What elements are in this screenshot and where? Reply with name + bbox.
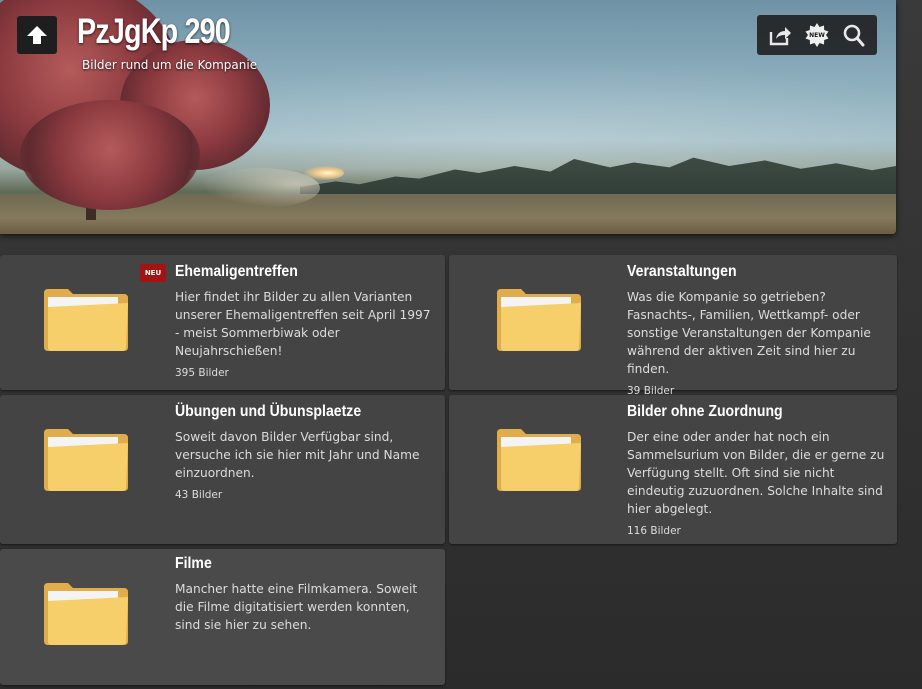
album-description-text: Mancher hatte eine Filmkamera. Soweit di… bbox=[175, 582, 418, 632]
new-items-button[interactable]: NEW bbox=[802, 20, 832, 50]
new-badge-icon: NEW bbox=[804, 22, 830, 48]
album-card-filme[interactable]: Filme Mancher hatte eine Filmkamera. Sow… bbox=[0, 549, 445, 685]
site-subtitle: Bilder rund um die Kompanie bbox=[82, 58, 258, 72]
home-button[interactable] bbox=[17, 16, 57, 54]
folder-icon bbox=[44, 429, 128, 491]
album-card-ehemaligentreffen[interactable]: Ehemaligentreffen Hier findet ihr Bilder… bbox=[0, 255, 445, 390]
album-title: Ehemaligentreffen bbox=[175, 263, 298, 280]
search-button[interactable] bbox=[839, 20, 869, 50]
album-description: Der eine oder ander hat noch ein Sammels… bbox=[627, 428, 891, 540]
album-count: 116 Bilder bbox=[627, 525, 681, 537]
folder-icon bbox=[44, 289, 128, 351]
folder-icon bbox=[497, 289, 581, 351]
album-description-text: Was die Kompanie so getrieben? Fasnachts… bbox=[627, 290, 871, 376]
folder-icon bbox=[44, 583, 128, 645]
album-description: Mancher hatte eine Filmkamera. Soweit di… bbox=[175, 580, 437, 634]
gallery-page: PzJgKp 290 Bilder rund um die Kompanie N… bbox=[0, 0, 922, 689]
banner-missile-flare bbox=[304, 166, 344, 180]
album-description-text: Hier findet ihr Bilder zu allen Variante… bbox=[175, 290, 431, 358]
album-count: 395 Bilder bbox=[175, 367, 229, 379]
album-card-uebungen[interactable]: Übungen und Übunsplaetze Soweit davon Bi… bbox=[0, 395, 445, 544]
album-description: Soweit davon Bilder Verfügbar sind, vers… bbox=[175, 428, 437, 504]
album-count: 43 Bilder bbox=[175, 489, 223, 501]
album-description-text: Der eine oder ander hat noch ein Sammels… bbox=[627, 430, 885, 516]
album-card-veranstaltungen[interactable]: Veranstaltungen Was die Kompanie so getr… bbox=[449, 255, 897, 397]
header-toolbar: NEW bbox=[757, 15, 877, 55]
album-title: Bilder ohne Zuordnung bbox=[627, 403, 783, 420]
banner-tree bbox=[20, 100, 200, 210]
site-title: PzJgKp 290 bbox=[77, 12, 231, 51]
new-album-badge: NEU bbox=[140, 264, 166, 282]
share-button[interactable] bbox=[765, 20, 795, 50]
arrow-up-icon bbox=[27, 26, 47, 44]
album-description: Hier findet ihr Bilder zu allen Variante… bbox=[175, 288, 437, 382]
album-description: Was die Kompanie so getrieben? Fasnachts… bbox=[627, 288, 891, 400]
folder-icon bbox=[497, 429, 581, 491]
album-card-ohne-zuordnung[interactable]: Bilder ohne Zuordnung Der eine oder ande… bbox=[449, 395, 897, 544]
banner-smoke bbox=[200, 168, 320, 208]
album-description-text: Soweit davon Bilder Verfügbar sind, vers… bbox=[175, 430, 420, 480]
new-badge-label: NEW bbox=[809, 31, 825, 39]
album-title: Veranstaltungen bbox=[627, 263, 737, 280]
share-icon bbox=[769, 27, 791, 46]
search-icon bbox=[844, 24, 865, 47]
album-title: Filme bbox=[175, 555, 212, 572]
album-title: Übungen und Übunsplaetze bbox=[175, 403, 362, 420]
